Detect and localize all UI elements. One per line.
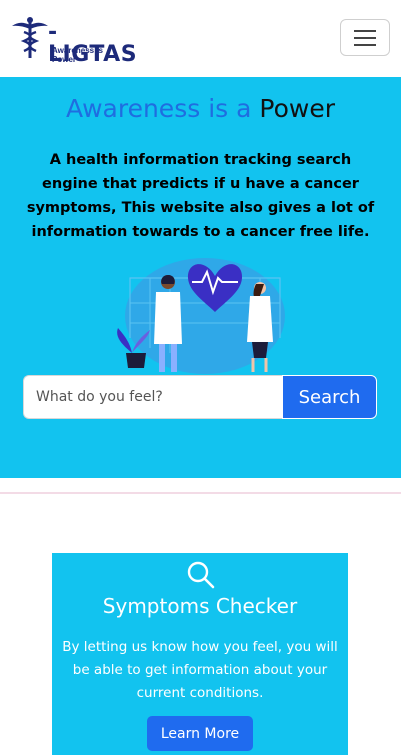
hero-title-part2: Power [259,94,335,123]
hamburger-line [354,44,376,46]
hamburger-line [354,37,376,39]
caduceus-icon [12,17,48,58]
doctors-illustration [117,258,285,374]
symptom-search-input[interactable] [23,375,284,419]
card-title: Symptoms Checker [102,594,298,618]
navbar-toggler-button[interactable] [340,19,390,56]
section-divider [0,492,401,494]
brand-logo[interactable]: -LIGTAS Awareness is Power [10,16,137,66]
search-icon [187,561,215,589]
navbar: -LIGTAS Awareness is Power [0,0,401,77]
hero-title-part1: Awareness is a [66,94,252,123]
hamburger-icon [354,30,376,32]
search-bar: Search [23,375,377,419]
search-button[interactable]: Search [282,375,377,419]
hero-description: A health information tracking search eng… [26,152,375,240]
card-description: By letting us know how you feel, you wil… [62,639,338,701]
learn-more-button[interactable]: Learn More [147,716,253,751]
brand-tagline: Awareness is Power [52,46,103,64]
hero-title: Awareness is a Power [0,94,401,124]
symptoms-checker-card: Symptoms Checker By letting us know how … [52,553,348,755]
hero-section: Awareness is a Power A health informatio… [0,77,401,478]
